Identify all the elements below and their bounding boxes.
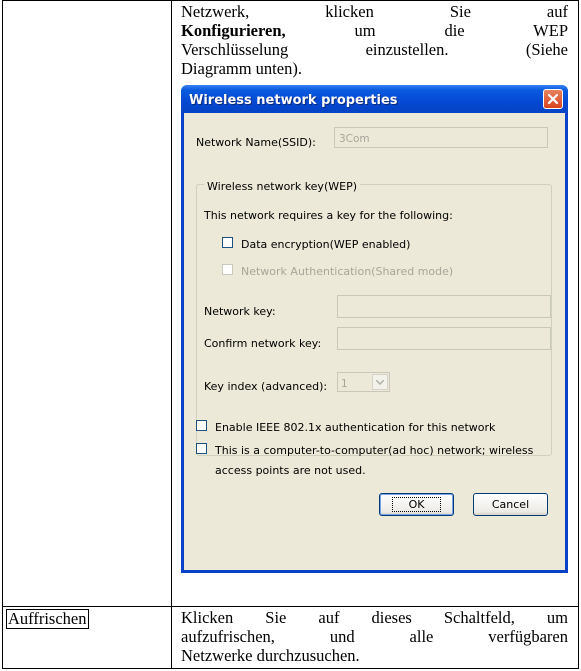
description-line: Netzwerke durchzusuchen. [181,645,360,665]
network-auth-checkbox[interactable] [222,264,233,275]
description-line: Netzwerk, klicken Sie auf [181,2,568,21]
description-cell: Klicken Sie auf dieses Schaltfeld, um au… [171,605,579,670]
adhoc-label-line2: access points are not used. [215,464,366,477]
dropdown-button[interactable] [372,374,388,390]
key-index-dropdown[interactable]: 1 [337,372,390,392]
table-row: Auffrischen Klicken Sie auf dieses Schal… [2,605,579,670]
dialog-client-area: Network Name(SSID): 3Com Wireless networ… [184,113,565,570]
wireless-properties-dialog: Wireless network properties Network Name… [181,85,568,573]
key-index-value: 1 [341,378,348,390]
ieee-8021x-label: Enable IEEE 802.1x authentication for th… [215,421,496,434]
term-cell-empty [2,0,172,607]
ieee-8021x-checkbox[interactable] [196,420,207,431]
network-name-label: Network Name(SSID): [196,136,316,149]
ok-label: OK [391,497,442,512]
description-table: Netzwerk, klicken Sie auf Konfigurieren,… [2,0,579,670]
group-title: Wireless network key(WEP) [204,177,360,196]
description-cell: Netzwerk, klicken Sie auf Konfigurieren,… [171,0,579,607]
bold-term: Konfigurieren, [181,21,286,40]
data-encryption-label: Data encryption(WEP enabled) [241,238,411,251]
description-text: Klicken Sie auf dieses Schaltfeld, um au… [172,607,578,665]
network-key-field[interactable] [337,295,551,318]
description-line: aufzufrischen, und alle verfügbaren [181,626,568,646]
cancel-button[interactable]: Cancel [473,493,548,516]
dialog-title: Wireless network properties [189,93,398,108]
adhoc-label-line1: This is a computer-to-computer(ad hoc) n… [215,444,534,457]
refresh-term: Auffrischen [6,608,89,629]
table-row: Netzwerk, klicken Sie auf Konfigurieren,… [2,0,579,607]
term-cell: Auffrischen [2,605,172,670]
requires-key-text: This network requires a key for the foll… [204,209,453,222]
network-name-field[interactable]: 3Com [334,127,548,148]
key-index-label: Key index (advanced): [204,380,328,393]
description-line: Diagramm unten). [181,59,302,78]
network-key-label: Network key: [204,305,276,318]
description-line: Klicken Sie auf dieses Schaltfeld, um [181,607,568,627]
data-encryption-checkbox[interactable] [222,237,233,248]
description-text: Netzwerk, klicken Sie auf Konfigurieren,… [172,1,578,78]
confirm-key-label: Confirm network key: [204,337,322,350]
chevron-down-icon [376,380,384,385]
ok-button[interactable]: OK [379,493,454,516]
document-page: Netzwerk, klicken Sie auf Konfigurieren,… [0,0,581,671]
description-line: Verschlüsselung einzustellen. (Siehe [181,40,568,59]
dialog-titlebar[interactable]: Wireless network properties [181,85,568,113]
adhoc-checkbox[interactable] [196,443,207,454]
close-button[interactable] [543,89,563,109]
confirm-key-field[interactable] [337,327,551,350]
description-line: Konfigurieren, um die WEP [181,21,568,40]
network-auth-label: Network Authentication(Shared mode) [241,265,454,278]
description-line-rest: um die WEP [354,21,568,40]
close-icon [547,93,559,105]
